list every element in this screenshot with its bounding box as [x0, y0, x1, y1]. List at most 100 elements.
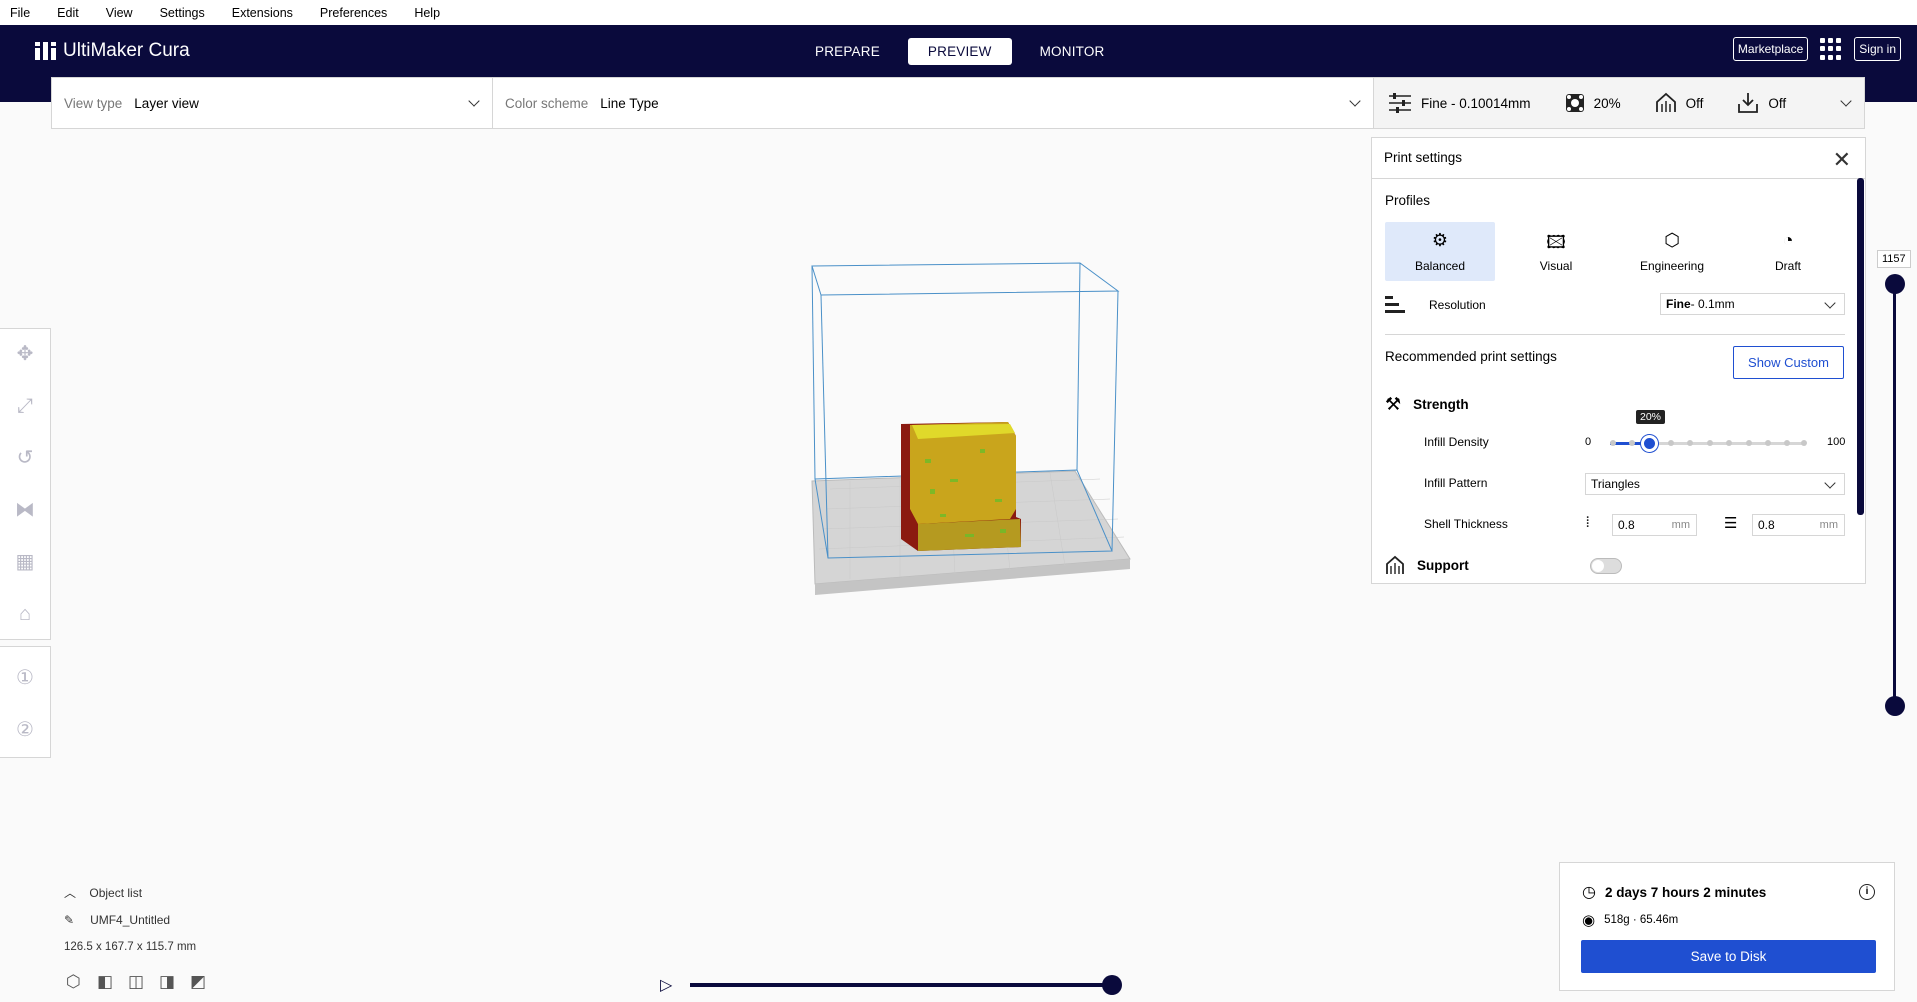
menu-file[interactable]: File — [10, 6, 30, 20]
sign-in-button[interactable]: Sign in — [1854, 37, 1901, 61]
layer-slider-track[interactable] — [1893, 282, 1896, 708]
close-icon[interactable]: ✕ — [1833, 147, 1851, 173]
object-list-toggle[interactable]: ︿ Object list — [64, 884, 142, 901]
tab-prepare[interactable]: PREPARE — [795, 38, 900, 65]
menu-extensions[interactable]: Extensions — [232, 6, 293, 20]
right-view-icon[interactable]: ◩ — [190, 972, 210, 992]
per-model-settings-icon[interactable]: ▦ — [14, 551, 36, 573]
pencil-icon: ✎ — [64, 913, 75, 927]
info-icon[interactable]: i — [1859, 884, 1875, 900]
support-summary: Off — [1655, 92, 1704, 114]
profile-visual[interactable]: 🖾 Visual — [1501, 222, 1611, 281]
profile-draft[interactable]: ◔ Draft — [1733, 222, 1843, 281]
profile-summary: Fine - 0.10014mm — [1388, 92, 1531, 114]
layer-slider-top-handle[interactable] — [1885, 274, 1905, 294]
object-dimensions: 126.5 x 167.7 x 115.7 mm — [64, 941, 197, 953]
slider-tick — [1629, 440, 1635, 446]
profile-label: Engineering — [1639, 259, 1705, 273]
tab-preview[interactable]: PREVIEW — [907, 38, 1012, 65]
resolution-layer-height: - 0.1mm — [1690, 297, 1735, 311]
scale-tool-icon[interactable]: ⤢ — [14, 395, 36, 417]
profile-balanced[interactable]: ⚙ Balanced — [1385, 222, 1495, 281]
simulation-slider-track[interactable] — [690, 983, 1112, 987]
unit-label: mm — [1671, 519, 1690, 531]
slider-tick — [1784, 440, 1790, 446]
support-icon — [1655, 92, 1676, 112]
layer-slider-bottom-handle[interactable] — [1885, 696, 1905, 716]
mirror-tool-icon[interactable]: ⧓ — [14, 499, 36, 521]
3d-view-icon[interactable]: ⬡ — [66, 972, 86, 992]
simulation-slider-handle[interactable] — [1102, 975, 1122, 995]
resolution-quality: Fine — [1666, 297, 1691, 311]
view-toolbar: View type Layer view Color scheme Line T… — [51, 77, 1865, 129]
resolution-select[interactable]: Fine - 0.1mm — [1660, 293, 1845, 315]
top-bottom-thickness-input[interactable]: 0.8 mm — [1752, 514, 1845, 536]
show-custom-button[interactable]: Show Custom — [1733, 346, 1844, 379]
infill-tooltip: 20% — [1636, 410, 1666, 424]
profile-engineering[interactable]: ⬡ Engineering — [1617, 222, 1727, 281]
gauge-icon: ◔ — [1782, 230, 1794, 250]
chevron-up-icon: ︿ — [64, 886, 77, 900]
support-blocker-icon[interactable]: ⌂ — [14, 603, 36, 625]
wall-thickness-value: 0.8 — [1618, 518, 1635, 532]
view-type-label: View type — [64, 95, 123, 111]
support-toggle[interactable] — [1590, 558, 1622, 574]
slider-tick — [1746, 440, 1752, 446]
play-icon[interactable]: ▷ — [660, 975, 672, 995]
extruder-1-icon[interactable]: ① — [14, 667, 36, 689]
extruder-2-icon[interactable]: ② — [14, 719, 36, 741]
tab-monitor[interactable]: MONITOR — [1020, 38, 1125, 65]
menu-bar: File Edit View Settings Extensions Prefe… — [0, 0, 1917, 25]
color-scheme-label: Color scheme — [505, 95, 589, 111]
shell-thickness-label: Shell Thickness — [1424, 517, 1508, 531]
slider-tick — [1610, 440, 1616, 446]
front-view-icon[interactable]: ◧ — [97, 972, 117, 992]
object-name-row[interactable]: ✎ UMF4_Untitled — [64, 913, 170, 927]
resolution-label: Resolution — [1429, 298, 1486, 312]
strength-header: ⚒ Strength — [1385, 394, 1469, 415]
ultimaker-logo-icon — [35, 42, 56, 60]
app-logo: UltiMaker Cura — [35, 40, 190, 62]
menu-settings[interactable]: Settings — [160, 6, 205, 20]
infill-pattern-select[interactable]: Triangles — [1585, 473, 1845, 495]
top-view-icon[interactable]: ◫ — [128, 972, 148, 992]
wall-thickness-input[interactable]: 0.8 mm — [1612, 514, 1697, 536]
infill-min-label: 0 — [1585, 436, 1592, 448]
color-scheme-select[interactable]: Color scheme Line Type — [493, 78, 1374, 128]
move-tool-icon[interactable]: ✥ — [14, 343, 36, 365]
apps-grid-icon[interactable] — [1820, 38, 1842, 60]
menu-help[interactable]: Help — [414, 6, 440, 20]
rotate-tool-icon[interactable]: ↺ — [14, 447, 36, 469]
support-label: Support — [1417, 557, 1469, 573]
save-to-disk-button[interactable]: Save to Disk — [1581, 940, 1876, 973]
sliders-icon — [1389, 93, 1411, 113]
panel-scrollbar[interactable] — [1857, 178, 1864, 515]
balanced-icon: ⚙ — [1431, 230, 1449, 250]
profile-value: Fine - 0.10014mm — [1421, 95, 1531, 111]
slider-handle[interactable] — [1641, 435, 1658, 452]
view-type-select[interactable]: View type Layer view — [52, 78, 493, 128]
recommended-label: Recommended print settings — [1385, 349, 1557, 364]
resolution-icon — [1385, 296, 1405, 313]
support-value: Off — [1685, 95, 1704, 111]
slider-tick — [1668, 440, 1674, 446]
adhesion-icon — [1738, 93, 1759, 113]
infill-icon — [1565, 94, 1584, 112]
infill-density-slider[interactable] — [1610, 435, 1807, 452]
chevron-down-icon — [1824, 477, 1836, 489]
marketplace-button[interactable]: Marketplace — [1732, 37, 1809, 61]
adhesion-summary: Off — [1737, 92, 1786, 114]
material-usage: 518g · 65.46m — [1604, 914, 1679, 926]
left-view-icon[interactable]: ◨ — [159, 972, 179, 992]
clock-icon: ◷ — [1582, 884, 1596, 901]
infill-max-label: 100 — [1827, 436, 1846, 448]
menu-preferences[interactable]: Preferences — [320, 6, 387, 20]
menu-edit[interactable]: Edit — [57, 6, 79, 20]
chevron-down-icon — [1824, 297, 1836, 309]
print-settings-summary[interactable]: Fine - 0.10014mm 20% Off Off — [1374, 78, 1864, 128]
layer-number[interactable]: 1157 — [1877, 250, 1911, 268]
menu-view[interactable]: View — [106, 6, 133, 20]
slider-tick — [1726, 440, 1732, 446]
adhesion-value: Off — [1768, 95, 1787, 111]
hammer-icon: ⚒ — [1385, 394, 1402, 414]
